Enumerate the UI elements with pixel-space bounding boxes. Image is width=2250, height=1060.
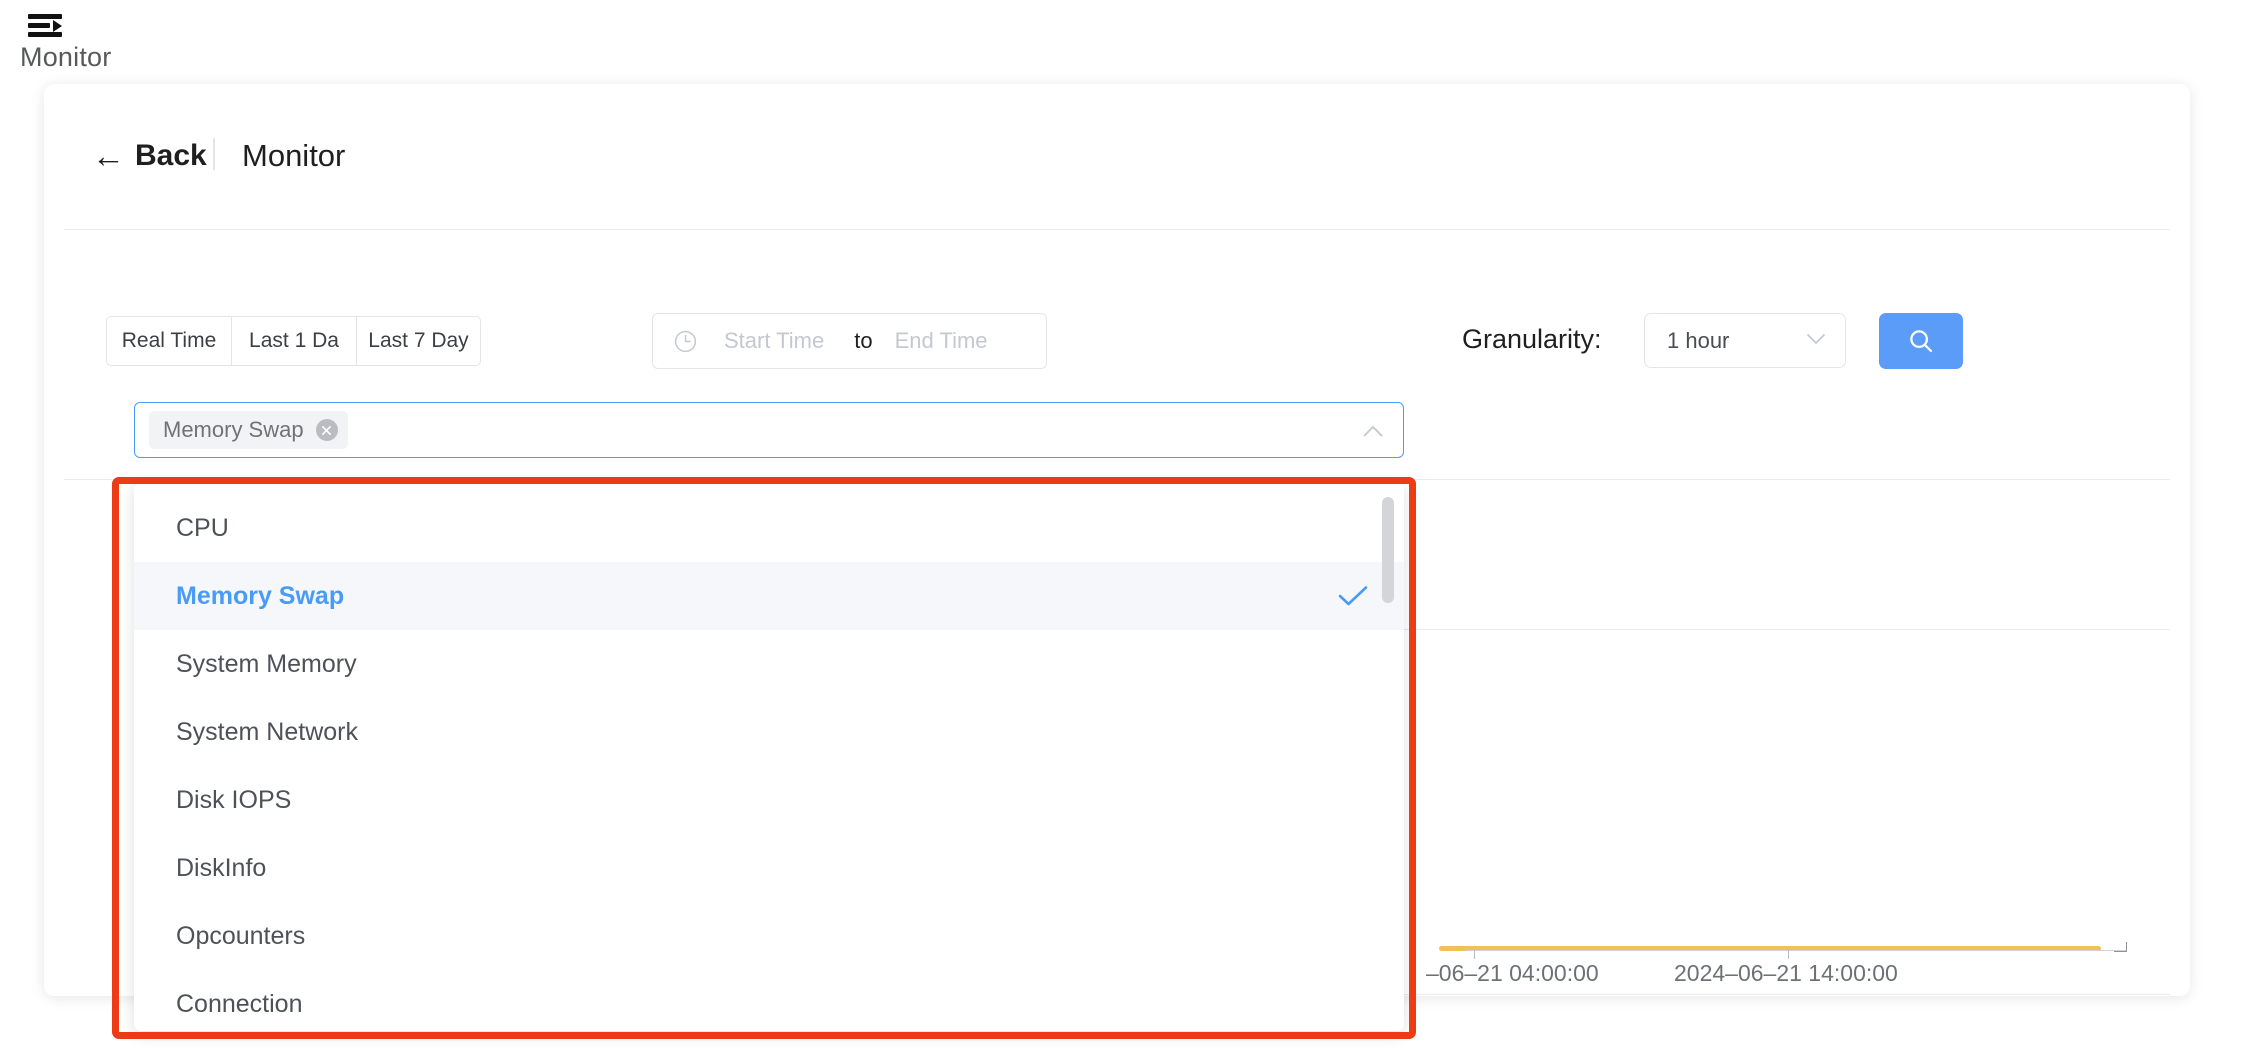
page-title: Monitor [242,138,345,174]
metric-option-label: Opcounters [176,922,305,951]
metric-option-opcounters[interactable]: Opcounters [134,902,1404,970]
card-header [44,84,2190,158]
chart-divider-top [64,479,2170,480]
menu-bar-3 [28,32,62,37]
selected-tag-memory-swap[interactable]: Memory Swap [149,411,348,449]
metric-option-system-memory[interactable]: System Memory [134,630,1404,698]
granularity-select[interactable]: 1 hour [1644,313,1846,368]
metric-option-cpu[interactable]: CPU [134,494,1404,562]
top-breadcrumb-bar: Monitor [0,0,2250,86]
granularity-label: Granularity: [1462,324,1602,355]
metric-option-memory-swap[interactable]: Memory Swap [134,562,1404,630]
metric-option-label: DiskInfo [176,854,266,883]
header-divider [213,138,215,170]
time-preset-last-1-day[interactable]: Last 1 Da [231,316,356,366]
dropdown-scrollbar-thumb[interactable] [1382,497,1394,603]
chart-x-label-1: –06–21 04:00:00 [1426,960,1599,987]
metric-option-label: CPU [176,514,229,543]
metric-option-diskinfo[interactable]: DiskInfo [134,834,1404,902]
date-range-separator: to [854,328,872,354]
monitor-page: Monitor ← Back Monitor ee used [0,0,2250,1060]
menu-expand-icon[interactable] [28,12,62,38]
menu-bar-2 [28,23,50,28]
end-time-input[interactable]: End Time [895,328,988,354]
chart-x-tick-1 [1474,950,1475,959]
metric-option-connection[interactable]: Connection [134,970,1404,1031]
menu-arrow-icon [53,20,62,32]
chevron-down-icon [1807,334,1825,345]
metric-option-disk-iops[interactable]: Disk IOPS [134,766,1404,834]
chevron-up-icon[interactable] [1363,425,1383,437]
chart-x-tick-2 [1788,950,1789,959]
metric-option-label: Connection [176,990,302,1019]
close-circle-icon[interactable] [316,419,338,441]
time-preset-real-time[interactable]: Real Time [106,316,231,366]
chart-axis-end [2114,942,2127,952]
chart-x-label-2: 2024–06–21 14:00:00 [1674,960,1898,987]
menu-bar-1 [28,14,62,19]
clock-icon [673,329,698,354]
metric-dropdown-panel[interactable]: CPU Memory Swap System Memory System Net… [134,483,1404,1031]
search-icon [1906,326,1936,356]
metric-multiselect[interactable]: Memory Swap [134,402,1404,458]
chart-x-axis [1466,950,2126,951]
metric-option-label: Disk IOPS [176,786,291,815]
date-range-picker[interactable]: Start Time to End Time [652,313,1047,369]
tag-label: Memory Swap [163,417,304,443]
dropdown-scrollbar[interactable] [1382,497,1394,1017]
metric-option-label: System Memory [176,650,357,679]
check-icon [1338,585,1368,607]
header-separator [64,229,2170,230]
start-time-input[interactable]: Start Time [724,328,824,354]
arrow-left-icon[interactable]: ← [92,144,126,168]
search-button[interactable] [1879,313,1963,369]
metric-option-system-network[interactable]: System Network [134,698,1404,766]
granularity-value: 1 hour [1667,328,1729,354]
time-preset-last-7-days[interactable]: Last 7 Day [356,316,481,366]
back-button[interactable]: Back [135,139,207,173]
metric-option-label: System Network [176,718,358,747]
time-preset-group: Real Time Last 1 Da Last 7 Day [106,316,481,366]
breadcrumb: Monitor [20,42,111,73]
metric-option-label: Memory Swap [176,582,344,611]
metric-option-list: CPU Memory Swap System Memory System Net… [134,494,1404,1031]
monitor-card: ← Back Monitor ee used total [44,84,2190,996]
